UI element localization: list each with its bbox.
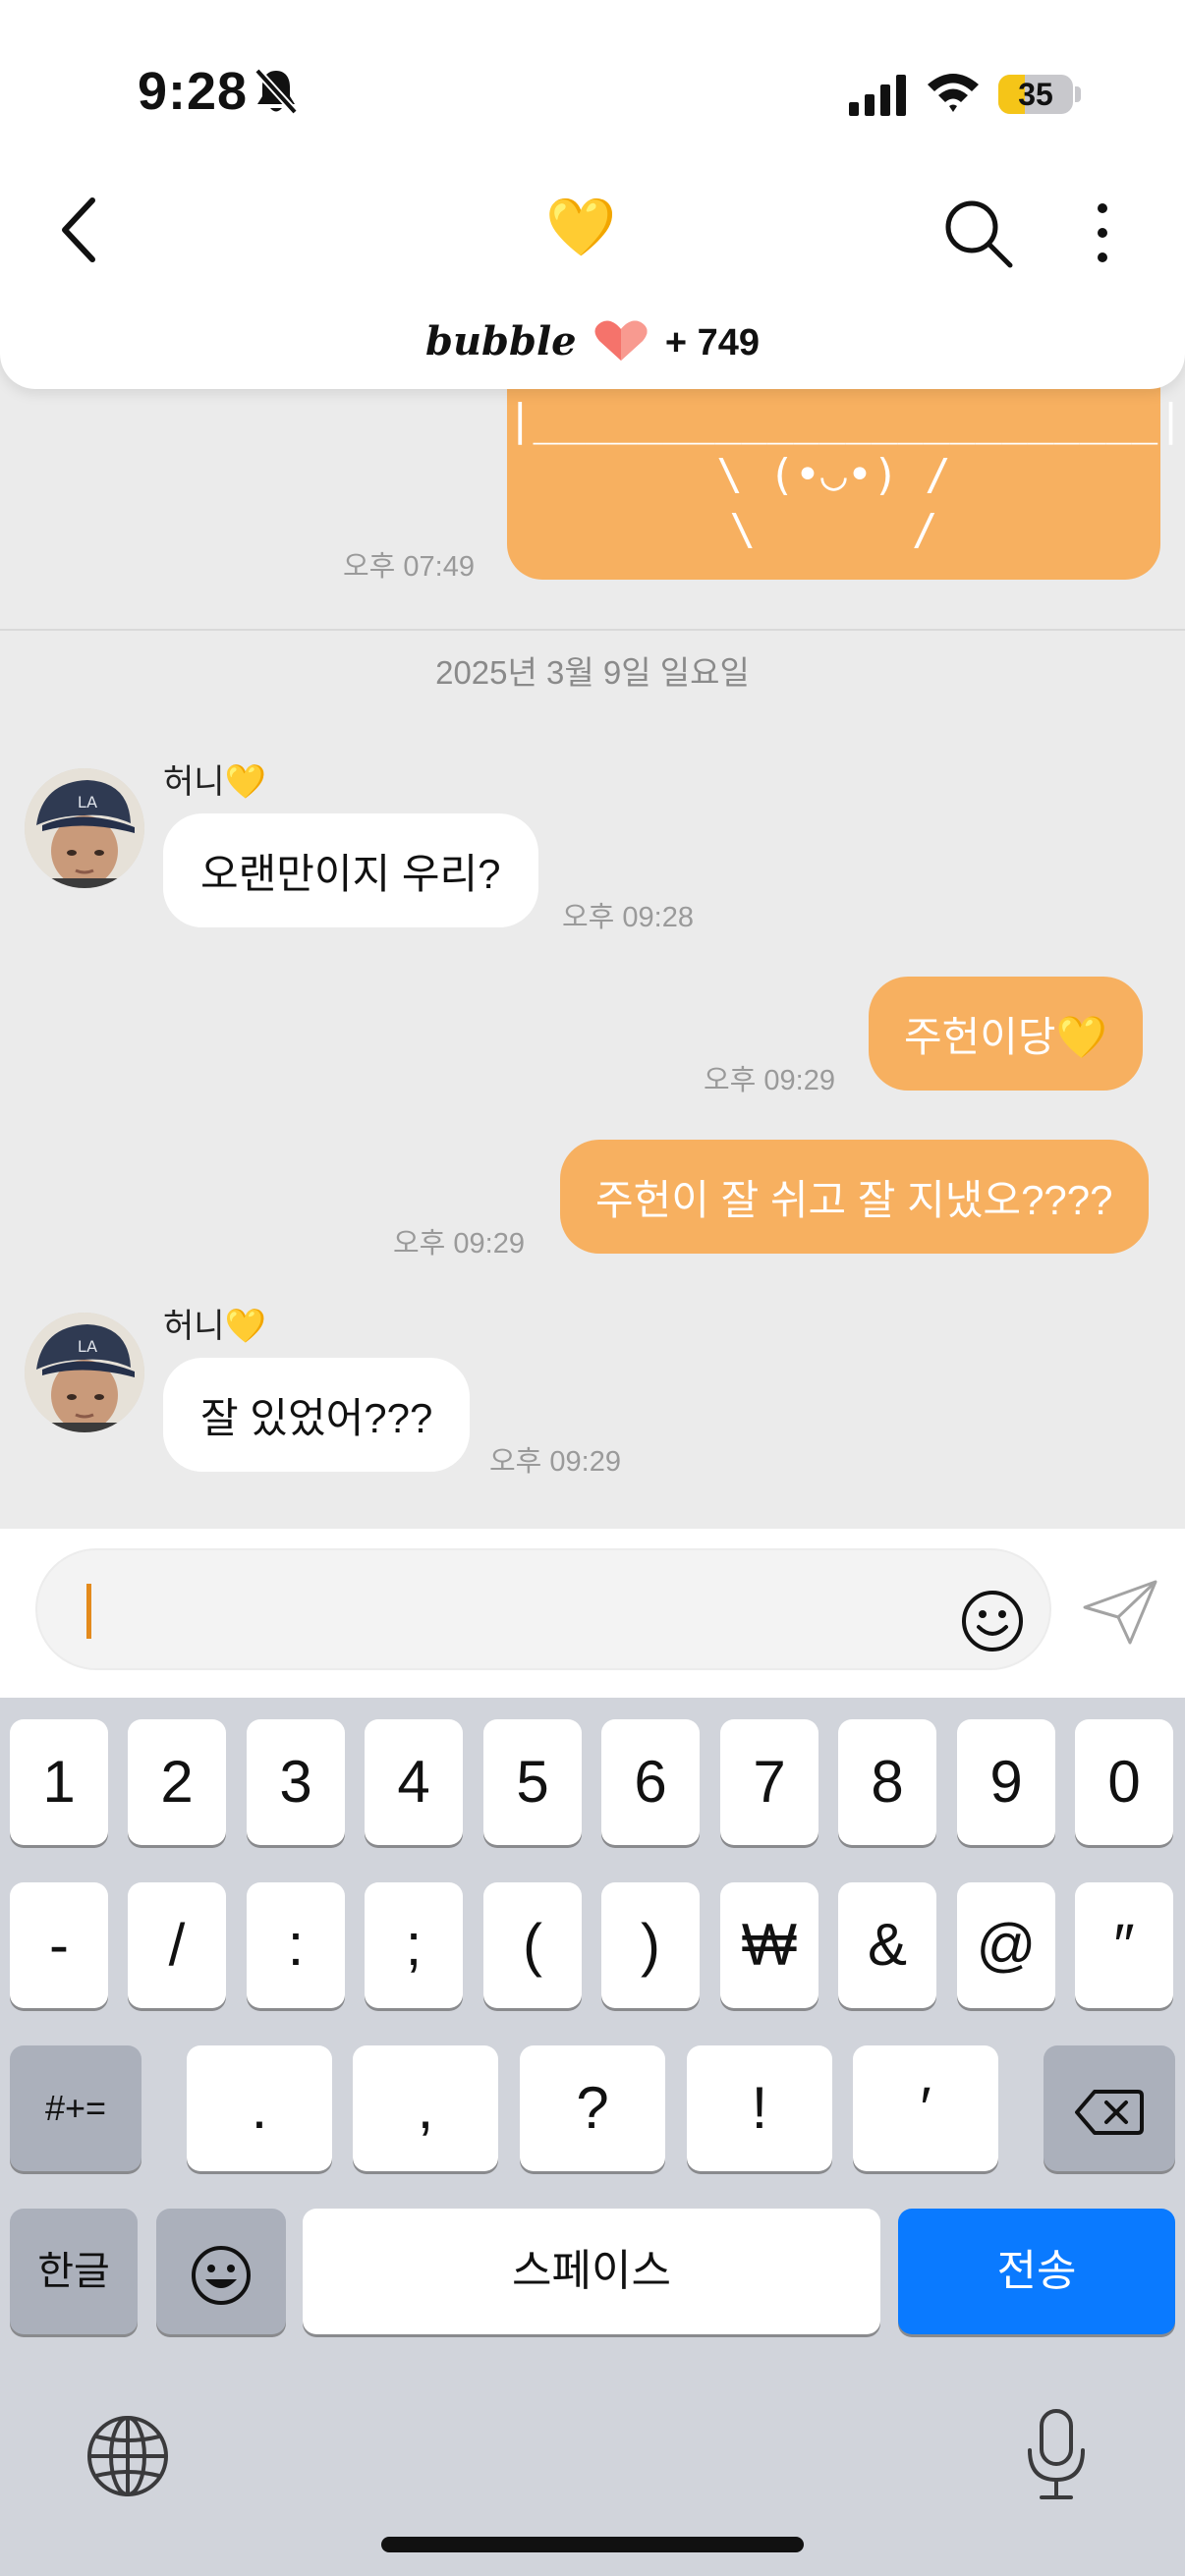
status-time: 9:28	[138, 62, 249, 121]
ascii-art-line: \ /	[729, 505, 938, 555]
key-hyphen[interactable]: -	[10, 1882, 108, 2008]
message-timestamp: 오후 09:29	[489, 1446, 621, 1478]
cellular-signal-icon	[849, 75, 906, 116]
key-open-paren[interactable]: (	[483, 1882, 582, 2008]
key-delete[interactable]	[1044, 2045, 1175, 2171]
home-indicator[interactable]	[381, 2537, 804, 2552]
svg-text:LA: LA	[78, 1337, 97, 1356]
avatar[interactable]: LA	[25, 768, 144, 888]
key-colon[interactable]: :	[247, 1882, 345, 2008]
key-send[interactable]: 전송	[898, 2209, 1175, 2334]
message-timestamp: 오후 09:29	[393, 1228, 525, 1260]
emoji-icon[interactable]	[959, 1588, 1026, 1654]
bubble-count-row[interactable]: bubble + 749	[0, 314, 1185, 369]
search-icon[interactable]	[941, 196, 1014, 269]
key-exclamation[interactable]: !	[687, 2045, 832, 2171]
battery-percent: 35	[1018, 77, 1053, 112]
key-slash[interactable]: /	[128, 1882, 226, 2008]
bubble-brand: bubble	[424, 318, 577, 364]
microphone-icon[interactable]	[1022, 2407, 1091, 2501]
avatar-image: LA	[25, 1313, 144, 1432]
more-vertical-icon[interactable]	[1085, 200, 1120, 265]
key-3[interactable]: 3	[247, 1719, 345, 1845]
sent-message-bubble[interactable]: 주헌이 잘 쉬고 잘 지냈오????	[560, 1140, 1149, 1254]
send-icon[interactable]	[1081, 1578, 1159, 1647]
battery-icon: 35	[998, 75, 1073, 114]
sender-name: 허니💛	[163, 1308, 266, 1345]
ascii-art-bubble[interactable]: |________________________| \ (•◡•) / \ /	[507, 364, 1184, 580]
received-message-bubble[interactable]: 잘 있었어???	[163, 1358, 471, 1472]
message-timestamp: 오후 09:28	[562, 902, 694, 933]
sent-message-bubble[interactable]: 주헌이당💛	[869, 977, 1143, 1091]
message-input[interactable]	[35, 1548, 1051, 1670]
key-close-paren[interactable]: )	[601, 1882, 700, 2008]
key-comma[interactable]: ,	[353, 2045, 498, 2171]
message-timestamp: 오후 09:29	[704, 1065, 835, 1096]
date-divider	[0, 629, 1185, 631]
avatar-image: LA	[25, 768, 144, 888]
key-space[interactable]: 스페이스	[303, 2209, 880, 2334]
chat-title: 💛	[545, 194, 617, 260]
key-1[interactable]: 1	[10, 1719, 108, 1845]
bell-slash-icon	[254, 68, 298, 115]
message-input-bar	[0, 1529, 1185, 1698]
emoji-icon	[192, 2246, 251, 2306]
globe-icon[interactable]	[85, 2413, 171, 2499]
key-0[interactable]: 0	[1075, 1719, 1173, 1845]
keyboard: 1 2 3 4 5 6 7 8 9 0 - / : ; ( ) ₩ & @ ″ …	[0, 1698, 1185, 2576]
ascii-art-line: \ (•◡•) /	[716, 450, 951, 500]
heart-icon	[594, 320, 648, 361]
key-emoji[interactable]	[156, 2209, 286, 2334]
battery-tip	[1075, 86, 1081, 102]
back-chevron-icon[interactable]	[49, 189, 114, 271]
key-2[interactable]: 2	[128, 1719, 226, 1845]
key-more-symbols[interactable]: #+=	[10, 2045, 141, 2171]
key-hangul[interactable]: 한글	[10, 2209, 138, 2334]
key-4[interactable]: 4	[365, 1719, 463, 1845]
key-question[interactable]: ?	[520, 2045, 665, 2171]
message-timestamp: 오후 07:49	[343, 551, 475, 583]
date-divider-label: 2025년 3월 9일 일요일	[435, 654, 750, 691]
key-6[interactable]: 6	[601, 1719, 700, 1845]
delete-icon	[1075, 2090, 1144, 2136]
key-ampersand[interactable]: &	[838, 1882, 936, 2008]
wifi-icon	[928, 74, 979, 112]
bubble-count: + 749	[664, 322, 761, 364]
key-won[interactable]: ₩	[720, 1882, 818, 2008]
key-9[interactable]: 9	[957, 1719, 1055, 1845]
received-message-bubble[interactable]: 오랜만이지 우리?	[163, 813, 538, 927]
svg-text:LA: LA	[78, 793, 97, 812]
ascii-art-line: |________________________|	[507, 395, 1184, 445]
text-caret	[86, 1584, 91, 1639]
key-at[interactable]: @	[957, 1882, 1055, 2008]
header-card: 9:28 35 💛 bubble + 749	[0, 0, 1185, 389]
key-period[interactable]: .	[187, 2045, 332, 2171]
avatar[interactable]: LA	[25, 1313, 144, 1432]
sender-name: 허니💛	[163, 763, 266, 801]
key-8[interactable]: 8	[838, 1719, 936, 1845]
key-apostrophe[interactable]: ′	[853, 2045, 998, 2171]
key-double-quote[interactable]: ″	[1075, 1882, 1173, 2008]
key-semicolon[interactable]: ;	[365, 1882, 463, 2008]
key-7[interactable]: 7	[720, 1719, 818, 1845]
key-5[interactable]: 5	[483, 1719, 582, 1845]
